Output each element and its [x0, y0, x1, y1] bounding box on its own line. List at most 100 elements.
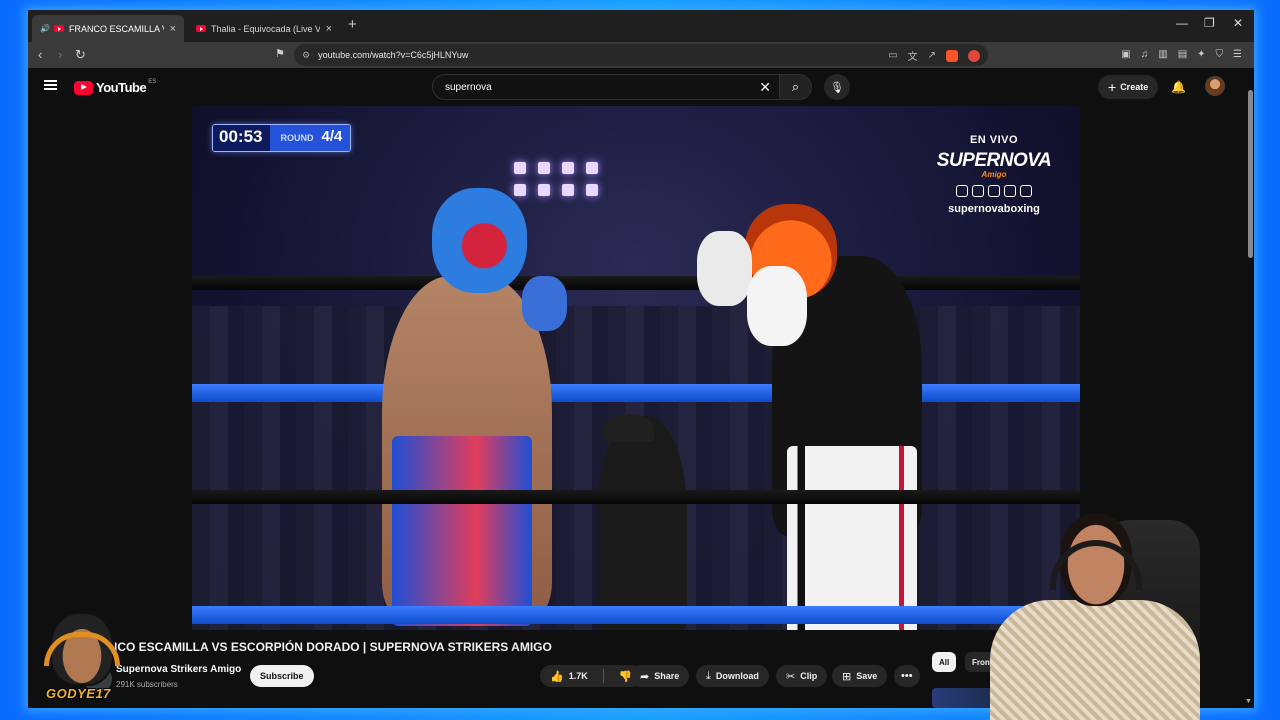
close-tab-icon[interactable]: ×	[326, 23, 332, 35]
leo-icon[interactable]: ✦	[1197, 49, 1205, 60]
bookmark-icon[interactable]: ⚑	[275, 47, 285, 60]
live-label: EN VIVO	[969, 134, 1019, 146]
more-icon: •••	[901, 670, 913, 682]
fighter-left-shorts	[392, 436, 532, 626]
twitch-icon	[956, 185, 968, 197]
site-info-icon[interactable]: ⚙	[302, 50, 310, 61]
round-label: ROUND	[270, 125, 320, 151]
like-count: 1.7K	[568, 671, 588, 681]
ring-rope	[192, 490, 1080, 504]
like-button[interactable]: 👍 1.7K	[540, 665, 598, 687]
voice-search-button[interactable]: 🎙	[824, 74, 850, 100]
hamburger-menu-icon[interactable]	[44, 80, 57, 90]
clip-label: Clip	[800, 671, 818, 681]
speaker-icon: 🔊	[40, 24, 50, 33]
divider	[602, 669, 604, 683]
channel-name[interactable]: Supernova Strikers Amigo	[116, 664, 241, 675]
translate-icon[interactable]: 文	[908, 48, 918, 63]
create-button[interactable]: + Create	[1098, 75, 1159, 99]
ring-rope	[192, 606, 1080, 624]
save-label: Save	[856, 671, 878, 681]
referee-cap	[604, 414, 654, 442]
forward-icon[interactable]: ›	[58, 47, 62, 62]
navigation-bar: ‹ › ↻ ⚑ ⚙ youtube.com/watch?v=C6c5jHLNYu…	[28, 42, 1254, 68]
youtube-favicon-icon	[196, 25, 206, 32]
download-button[interactable]: ⤓ Download	[696, 665, 769, 687]
close-window-icon[interactable]: ✕	[1233, 16, 1243, 30]
broadcast-branding: EN VIVO SUPERNOVA Amigo supernovaboxing	[934, 134, 1054, 215]
fighter-right-glove	[747, 266, 807, 346]
tab-label: FRANCO ESCAMILLA VS ESCO	[68, 23, 164, 34]
like-dislike-group: 👍 1.7K 👎	[540, 665, 643, 687]
address-bar[interactable]: ⚙ youtube.com/watch?v=C6c5jHLNYuw ▭ 文 ↗	[294, 44, 988, 66]
round-timer: 00:53	[213, 125, 271, 151]
instagram-icon	[988, 185, 1000, 197]
tab-strip: 🔊 FRANCO ESCAMILLA VS ESCO × Thalia - Eq…	[28, 10, 1254, 42]
search-input[interactable]: supernova ✕	[432, 74, 780, 100]
youtube-logo[interactable]: YouTube ES	[74, 78, 157, 95]
tab-inactive[interactable]: Thalia - Equivocada (Live Version) - Y ×	[188, 15, 340, 42]
fighter-right-pants	[787, 446, 917, 630]
share-button[interactable]: ➦ Share	[630, 665, 690, 687]
menu-icon[interactable]: ☰	[1233, 49, 1242, 60]
tiktok-icon	[1004, 185, 1016, 197]
brave-shields-icon[interactable]	[946, 49, 958, 62]
scrollbar-thumb[interactable]	[1248, 90, 1253, 258]
country-code: ES	[148, 78, 157, 85]
social-icons	[934, 185, 1054, 197]
sidebar-icon[interactable]: ▥	[1158, 49, 1167, 60]
save-playlist-icon: ⊞	[842, 670, 852, 683]
close-tab-icon[interactable]: ×	[170, 23, 176, 35]
youtube-wordmark: YouTube	[96, 80, 147, 95]
scissors-icon: ✂	[786, 670, 796, 683]
ring-rope	[192, 276, 1080, 290]
fighter-left-glove	[522, 276, 567, 331]
omnibox-actions: ▭ 文 ↗	[888, 48, 980, 63]
social-handle: supernovaboxing	[948, 203, 1040, 215]
cast-icon[interactable]: ▭	[888, 50, 897, 61]
wallet-icon[interactable]: ▤	[1178, 49, 1187, 60]
tab-label: Thalia - Equivocada (Live Version) - Y	[211, 23, 320, 34]
arena-lights	[514, 162, 598, 196]
create-label: Create	[1120, 82, 1149, 92]
extension-icons: ▣ ♫ ▥ ▤ ✦ ⛉ ☰	[1121, 49, 1242, 60]
fighter-left-mask	[432, 188, 527, 293]
share-page-icon[interactable]: ↗	[928, 50, 936, 61]
maximize-icon[interactable]: ❐	[1204, 16, 1215, 30]
share-icon: ➦	[640, 670, 650, 683]
scroll-down-arrow-icon[interactable]: ▼	[1245, 698, 1252, 705]
youtube-favicon-icon	[53, 25, 64, 32]
vpn-icon[interactable]: ⛉	[1216, 49, 1224, 60]
chip-all[interactable]: All	[932, 652, 957, 672]
microphone-icon: 🎙	[830, 81, 844, 94]
youtube-play-icon	[74, 80, 93, 95]
webcam-streamer-shirt	[990, 600, 1200, 720]
plus-icon: +	[1108, 79, 1117, 95]
video-player[interactable]: 00:53 ROUND 4/4 EN VIVO SUPERNOVA Amigo …	[192, 106, 1080, 630]
media-icon[interactable]: ♫	[1141, 49, 1149, 60]
facebook-icon	[1020, 185, 1032, 197]
subscribe-button[interactable]: Subscribe	[250, 665, 314, 687]
share-label: Share	[654, 671, 680, 681]
back-icon[interactable]: ‹	[38, 47, 42, 62]
search-button[interactable]: ⌕	[780, 74, 812, 100]
save-button[interactable]: ⊞ Save	[832, 665, 888, 687]
brave-rewards-icon[interactable]	[968, 49, 980, 62]
new-tab-icon[interactable]: +	[348, 16, 357, 33]
reload-icon[interactable]: ↻	[75, 47, 86, 63]
clip-button[interactable]: ✂ Clip	[776, 665, 828, 687]
round-scorebug: 00:53 ROUND 4/4	[212, 124, 352, 152]
user-avatar[interactable]	[1205, 76, 1225, 96]
clear-search-icon[interactable]: ✕	[759, 79, 771, 96]
minimize-icon[interactable]: —	[1176, 16, 1188, 30]
download-icon: ⤓	[706, 669, 711, 682]
more-actions-button[interactable]: •••	[894, 665, 920, 687]
search-icon: ⌕	[791, 79, 800, 94]
tab-active[interactable]: 🔊 FRANCO ESCAMILLA VS ESCO ×	[32, 15, 184, 42]
video-title: ANCO ESCAMILLA VS ESCORPIÓN DORADO | SUP…	[100, 640, 552, 654]
tab-search-icon[interactable]: ▣	[1121, 49, 1130, 60]
thumbs-up-icon: 👍	[550, 670, 564, 683]
ring-rope	[192, 384, 1080, 402]
brand-logo: SUPERNOVA	[936, 150, 1052, 171]
notifications-bell-icon[interactable]: 🔔	[1171, 80, 1186, 94]
